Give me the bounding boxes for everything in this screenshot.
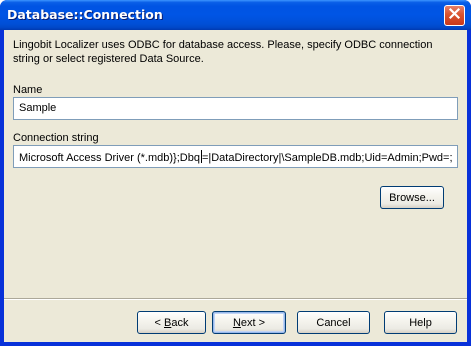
- back-button-prefix: <: [154, 316, 164, 329]
- close-icon: [448, 7, 461, 25]
- connection-string-value-start: Microsoft Access Driver (*.mdb)};Dbq: [19, 152, 200, 164]
- connection-string-label: Connection string: [13, 132, 99, 144]
- next-button[interactable]: Next >: [212, 311, 286, 334]
- back-button-rest: ack: [171, 316, 189, 329]
- browse-button[interactable]: Browse...: [380, 186, 444, 209]
- window-title: Database::Connection: [7, 7, 163, 22]
- name-input[interactable]: Sample: [13, 97, 458, 120]
- connection-string-value-end: =|DataDirectory|\SampleDB.mdb;Uid=Admin;…: [201, 152, 453, 164]
- description-text: Lingobit Localizer uses ODBC for databas…: [13, 39, 433, 65]
- back-button[interactable]: < Back: [137, 311, 206, 334]
- help-button[interactable]: Help: [384, 311, 457, 334]
- name-label: Name: [13, 84, 43, 96]
- back-button-mnemonic: B: [164, 316, 172, 329]
- close-button[interactable]: [444, 5, 465, 26]
- next-button-mnemonic: N: [232, 316, 241, 329]
- dialog-body: Lingobit Localizer uses ODBC for databas…: [4, 30, 467, 342]
- cancel-button[interactable]: Cancel: [297, 311, 370, 334]
- button-separator: [4, 298, 467, 300]
- next-button-rest: ext >: [240, 316, 266, 329]
- connection-dialog: Database::Connection Lingobit Localizer …: [0, 0, 471, 346]
- connection-string-input[interactable]: Microsoft Access Driver (*.mdb)};Dbq =|Da…: [13, 145, 458, 168]
- name-input-value: Sample: [19, 102, 57, 114]
- title-bar[interactable]: Database::Connection: [0, 0, 471, 30]
